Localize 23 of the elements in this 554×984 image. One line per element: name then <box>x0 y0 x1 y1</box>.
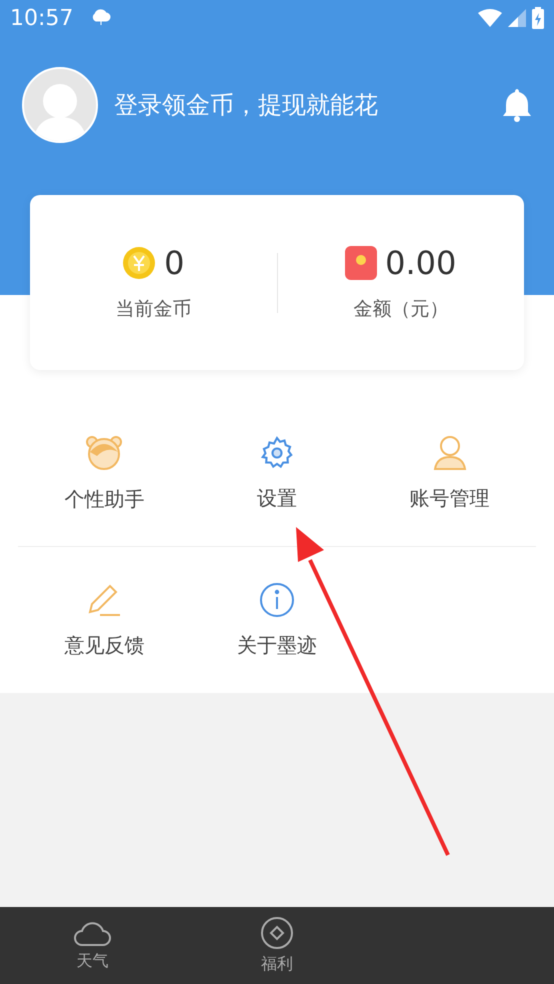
gear-icon <box>258 434 295 470</box>
girl-face-icon <box>85 434 124 472</box>
battery-icon <box>532 7 544 29</box>
diamond-circle-icon[interactable] <box>260 916 294 950</box>
wallet-label: 金额（元） <box>353 296 448 322</box>
signal-icon <box>508 9 526 27</box>
person-icon <box>432 434 467 470</box>
nav-tab[interactable]: 福利 <box>260 954 293 975</box>
menu-item[interactable]: 意见反馈 <box>18 547 191 693</box>
menu-item[interactable]: 账号管理 <box>363 400 536 547</box>
wifi-icon <box>478 9 502 27</box>
wallet-label: 当前金币 <box>115 296 192 322</box>
menu-item[interactable]: 个性助手 <box>18 400 191 547</box>
status-time: 10:57 <box>10 6 74 30</box>
cloud-icon <box>91 9 112 27</box>
nav-tab[interactable]: 天气 <box>76 951 108 972</box>
info-icon <box>258 582 295 618</box>
coin-icon <box>122 246 156 280</box>
wallet-value: 0 <box>164 244 184 282</box>
menu-item[interactable]: 关于墨迹 <box>190 547 364 693</box>
wallet-value: 0.00 <box>385 244 456 282</box>
bell-icon[interactable] <box>502 88 532 122</box>
envelope-icon <box>345 246 378 280</box>
